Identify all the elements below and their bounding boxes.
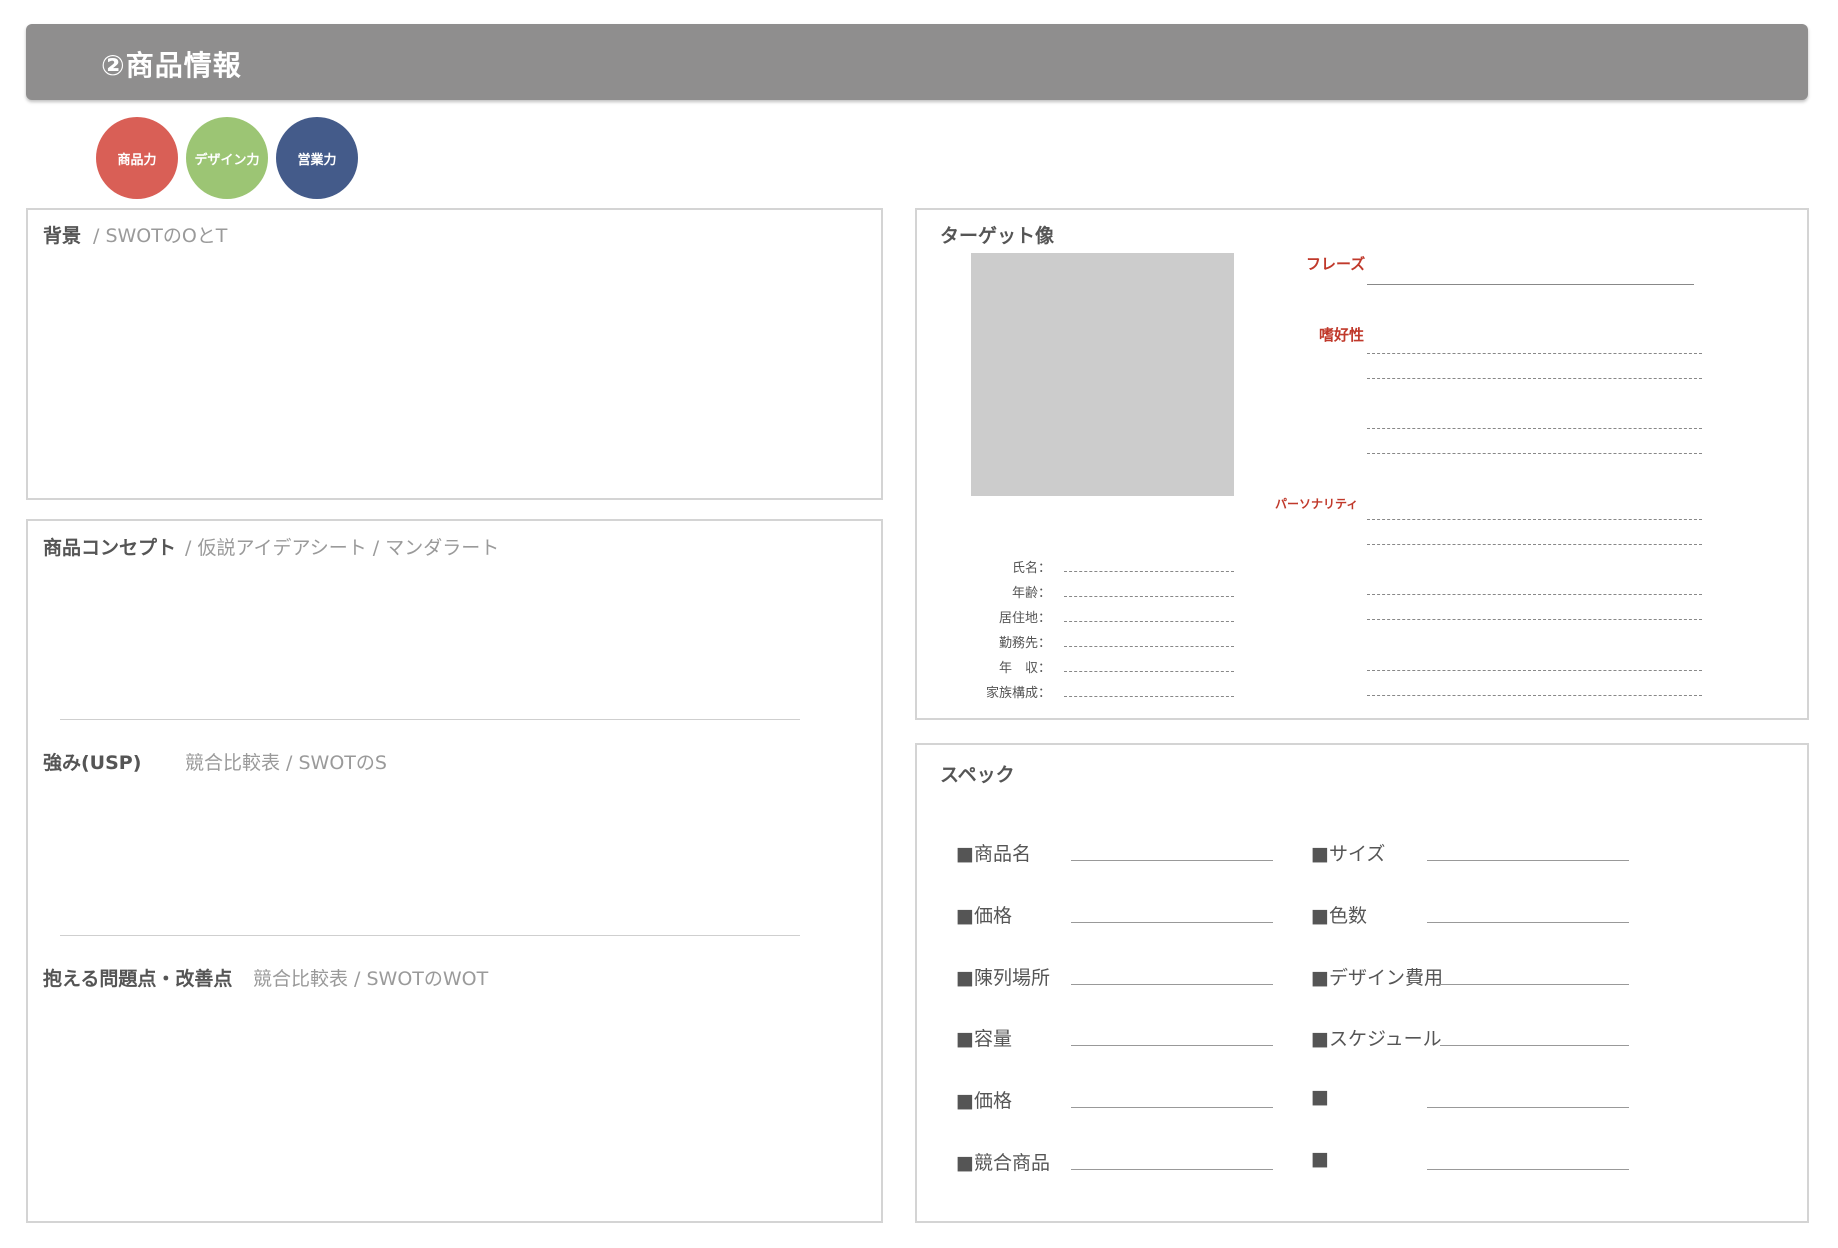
personality-line xyxy=(1367,544,1702,545)
field-workplace-label: 勤務先： xyxy=(998,636,1051,651)
tag-label: 営業力 xyxy=(297,152,337,168)
spec-right-label: ■ xyxy=(1311,1086,1329,1108)
spec-left-label: ■価格 xyxy=(956,1090,1012,1112)
spec-right-label: ■ xyxy=(1311,1148,1329,1170)
spec-line xyxy=(1071,922,1273,923)
page-title: ②商品情報 xyxy=(101,49,242,82)
spec-left-label: ■容量 xyxy=(956,1028,1012,1050)
personality-line xyxy=(1367,519,1702,520)
phrase-line xyxy=(1367,284,1694,285)
spec-line xyxy=(1071,984,1273,985)
preference-line xyxy=(1367,378,1702,379)
preference-line xyxy=(1367,453,1702,454)
spec-line xyxy=(1071,860,1273,861)
strength-title: 強み(USP) xyxy=(43,752,142,774)
spec-line xyxy=(1427,860,1629,861)
spec-line xyxy=(1427,1107,1629,1108)
background-title: 背景 xyxy=(43,225,82,247)
spec-left-label: ■価格 xyxy=(956,905,1012,927)
tag-label: 商品力 xyxy=(117,152,157,168)
preference-line xyxy=(1367,353,1702,354)
target-title: ターゲット像 xyxy=(940,225,1055,247)
preference-line xyxy=(1367,428,1702,429)
field-line xyxy=(1064,671,1234,672)
spec-line xyxy=(1071,1169,1273,1170)
field-line xyxy=(1064,696,1234,697)
spec-left-label: ■競合商品 xyxy=(956,1152,1050,1174)
field-family-label: 家族構成： xyxy=(985,686,1051,701)
spec-right-label: ■色数 xyxy=(1311,905,1367,927)
personality-line xyxy=(1367,594,1702,595)
concept-panel xyxy=(26,519,883,1223)
personality-line xyxy=(1367,695,1702,696)
spec-right-label: ■サイズ xyxy=(1311,843,1386,865)
photo-placeholder xyxy=(971,253,1234,496)
tag-label: デザイン力 xyxy=(194,152,260,168)
field-residence-label: 居住地： xyxy=(998,611,1051,626)
spec-line xyxy=(1071,1045,1273,1046)
field-line xyxy=(1064,621,1234,622)
problem-sub: 競合比較表 / SWOTのWOT xyxy=(253,968,489,990)
field-line xyxy=(1064,646,1234,647)
field-name-label: 氏名： xyxy=(1011,561,1051,576)
field-income-label: 年 収： xyxy=(998,661,1051,676)
divider xyxy=(60,719,800,720)
spec-line xyxy=(1440,984,1629,985)
tag-product-power: 商品力 xyxy=(96,117,178,199)
personality-line xyxy=(1367,670,1702,671)
field-line xyxy=(1064,571,1234,572)
spec-right-label: ■デザイン費用 xyxy=(1311,967,1443,989)
preference-label: 嗜好性 xyxy=(1319,326,1365,344)
divider xyxy=(60,935,800,936)
background-panel xyxy=(26,208,883,500)
spec-right-label: ■スケジュール xyxy=(1311,1028,1442,1050)
strength-sub: 競合比較表 / SWOTのS xyxy=(185,752,387,774)
concept-sub: / 仮説アイデアシート / マンダラート xyxy=(185,537,500,559)
personality-line xyxy=(1367,619,1702,620)
spec-line xyxy=(1071,1107,1273,1108)
spec-left-label: ■陳列場所 xyxy=(956,967,1050,989)
header-bar xyxy=(26,24,1808,100)
spec-title: スペック xyxy=(940,764,1015,786)
spec-left-label: ■商品名 xyxy=(956,843,1031,865)
problem-title: 抱える問題点・改善点 xyxy=(43,968,233,990)
background-sub: / SWOTのOとT xyxy=(93,225,228,247)
concept-title: 商品コンセプト xyxy=(43,537,177,559)
spec-line xyxy=(1427,1169,1629,1170)
tag-sales-power: 営業力 xyxy=(276,117,358,199)
phrase-label: フレーズ xyxy=(1306,255,1366,273)
spec-line xyxy=(1427,922,1629,923)
field-age-label: 年齢： xyxy=(1011,586,1051,601)
field-line xyxy=(1064,596,1234,597)
personality-label: パーソナリティ xyxy=(1275,497,1359,511)
spec-line xyxy=(1440,1045,1629,1046)
tag-design-power: デザイン力 xyxy=(186,117,268,199)
